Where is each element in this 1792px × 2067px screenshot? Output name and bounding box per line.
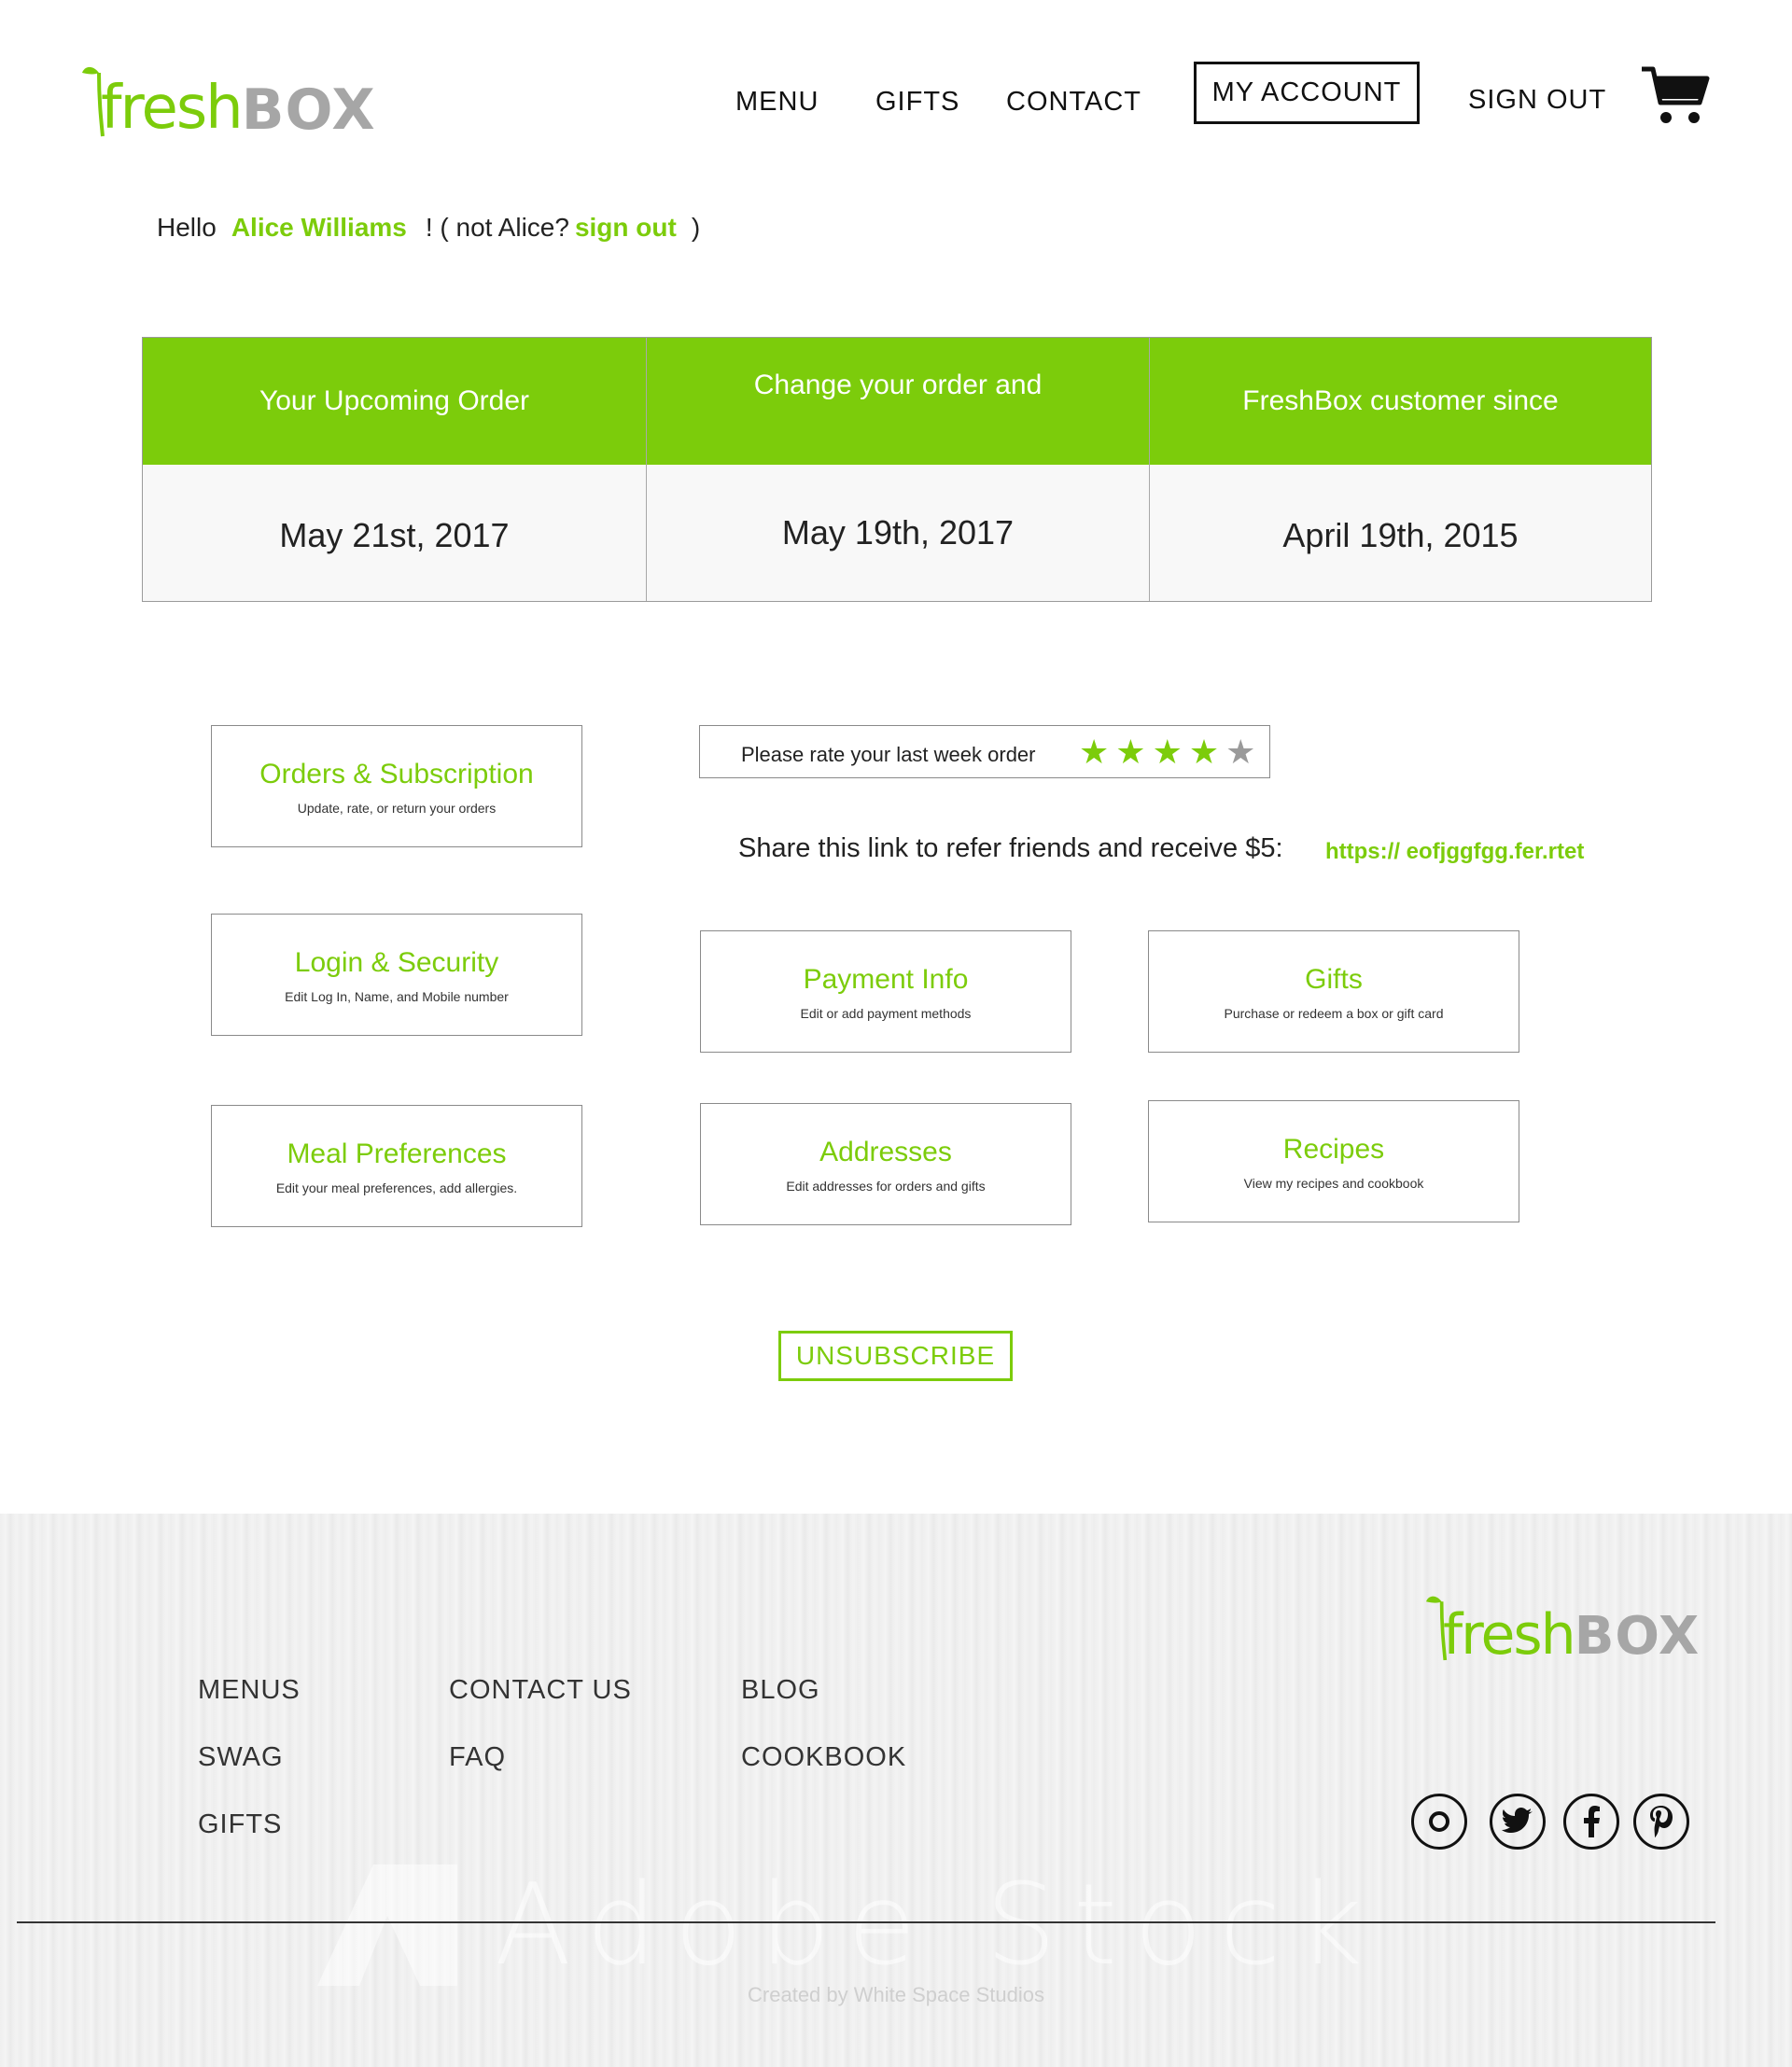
greeting: Hello Alice Williams ! ( not Alice? sign… [157,213,700,243]
header-logo[interactable]: fresh BOX [82,60,376,138]
card-title: Orders & Subscription [259,758,534,789]
star-icon[interactable]: ★ [1115,735,1145,769]
recipes-card[interactable]: Recipes View my recipes and cookbook [1148,1100,1519,1222]
card-title: Addresses [819,1136,952,1167]
star-icon[interactable]: ★ [1189,735,1219,769]
footer-link-swag[interactable]: SWAG [198,1742,284,1773]
nav-contact[interactable]: CONTACT [1006,87,1141,118]
gifts-card[interactable]: Gifts Purchase or redeem a box or gift c… [1148,930,1519,1053]
greeting-not-user: ! ( not Alice? [425,213,569,242]
summary-header: FreshBox customer since [1150,338,1651,465]
twitter-icon[interactable] [1490,1794,1546,1850]
referral-text: Share this link to refer friends and rec… [738,833,1283,863]
account-summary-table: Your Upcoming Order May 21st, 2017 Chang… [142,337,1652,602]
logo-box: BOX [241,77,376,143]
summary-col-since: FreshBox customer since April 19th, 2015 [1150,338,1651,601]
card-title: Gifts [1305,963,1363,995]
greeting-close: ) [691,213,701,242]
user-name: Alice Williams [231,213,407,242]
star-icon[interactable]: ★ [1079,735,1109,769]
summary-header: Your Upcoming Order [143,338,646,465]
footer-link-cookbook[interactable]: COOKBOOK [741,1742,906,1773]
footer-link-faq[interactable]: FAQ [449,1742,506,1773]
unsubscribe-button[interactable]: UNSUBSCRIBE [778,1331,1013,1381]
card-title: Meal Preferences [287,1138,507,1169]
rating-stars[interactable]: ★ ★ ★ ★ ★ [1079,735,1255,769]
card-subtitle: Edit your meal preferences, add allergie… [275,1180,518,1195]
logo-fresh: fresh [101,74,244,143]
facebook-icon[interactable] [1563,1794,1619,1850]
star-icon[interactable]: ★ [1225,735,1255,769]
cart-icon[interactable] [1640,63,1711,127]
logo-box: BOX [1574,1606,1701,1667]
card-subtitle: Edit addresses for orders and gifts [786,1178,986,1194]
meal-preferences-card[interactable]: Meal Preferences Edit your meal preferen… [211,1105,582,1227]
summary-value: April 19th, 2015 [1150,465,1651,601]
login-security-card[interactable]: Login & Security Edit Log In, Name, and … [211,914,582,1036]
greeting-sign-out-link[interactable]: sign out [575,213,677,243]
logo-fresh: fresh [1443,1602,1576,1668]
referral-link[interactable]: https:// eofjggfgg.fer.rtet [1325,839,1584,865]
payment-info-card[interactable]: Payment Info Edit or add payment methods [700,930,1071,1053]
orders-subscription-card[interactable]: Orders & Subscription Update, rate, or r… [211,725,582,847]
card-title: Recipes [1282,1133,1385,1165]
rate-last-order: Please rate your last week order ★ ★ ★ ★… [699,725,1270,778]
card-subtitle: Purchase or redeem a box or gift card [1224,1005,1444,1021]
nav-menu[interactable]: MENU [735,87,819,118]
nav-gifts[interactable]: GIFTS [875,87,959,118]
card-subtitle: Update, rate, or return your orders [297,800,497,816]
footer-divider [17,1921,1715,1923]
footer-link-gifts[interactable]: GIFTS [198,1809,282,1840]
card-title: Login & Security [294,946,499,978]
watermark-logo [317,1864,457,1986]
card-subtitle: Edit Log In, Name, and Mobile number [285,988,509,1004]
footer-link-menus[interactable]: MENUS [198,1675,301,1706]
footer-logo[interactable]: fresh BOX [1426,1588,1700,1663]
summary-value: May 21st, 2017 [143,465,646,601]
card-subtitle: Edit or add payment methods [800,1005,972,1021]
nav-sign-out[interactable]: SIGN OUT [1468,85,1606,116]
rate-label: Please rate your last week order [741,743,1036,766]
card-title: Payment Info [803,963,969,995]
greeting-hello: Hello [157,213,217,242]
summary-col-upcoming: Your Upcoming Order May 21st, 2017 [143,338,646,601]
watermark-text: Adobe Stock [495,1860,1379,1990]
my-account-button[interactable]: MY ACCOUNT [1194,62,1420,124]
footer-link-contact-us[interactable]: CONTACT US [449,1675,632,1706]
summary-col-change: Change your order and May 19th, 2017 [647,338,1149,601]
footer-credit: Created by White Space Studios [748,1983,1044,2006]
summary-header: Change your order and [647,338,1149,465]
pinterest-icon[interactable] [1633,1794,1689,1850]
footer-link-blog[interactable]: BLOG [741,1675,820,1706]
watermark: Adobe Stock [317,1861,1475,1990]
summary-value: May 19th, 2017 [647,465,1149,601]
addresses-card[interactable]: Addresses Edit addresses for orders and … [700,1103,1071,1225]
card-subtitle: View my recipes and cookbook [1243,1175,1424,1191]
instagram-icon[interactable] [1411,1794,1467,1850]
star-icon[interactable]: ★ [1153,735,1183,769]
